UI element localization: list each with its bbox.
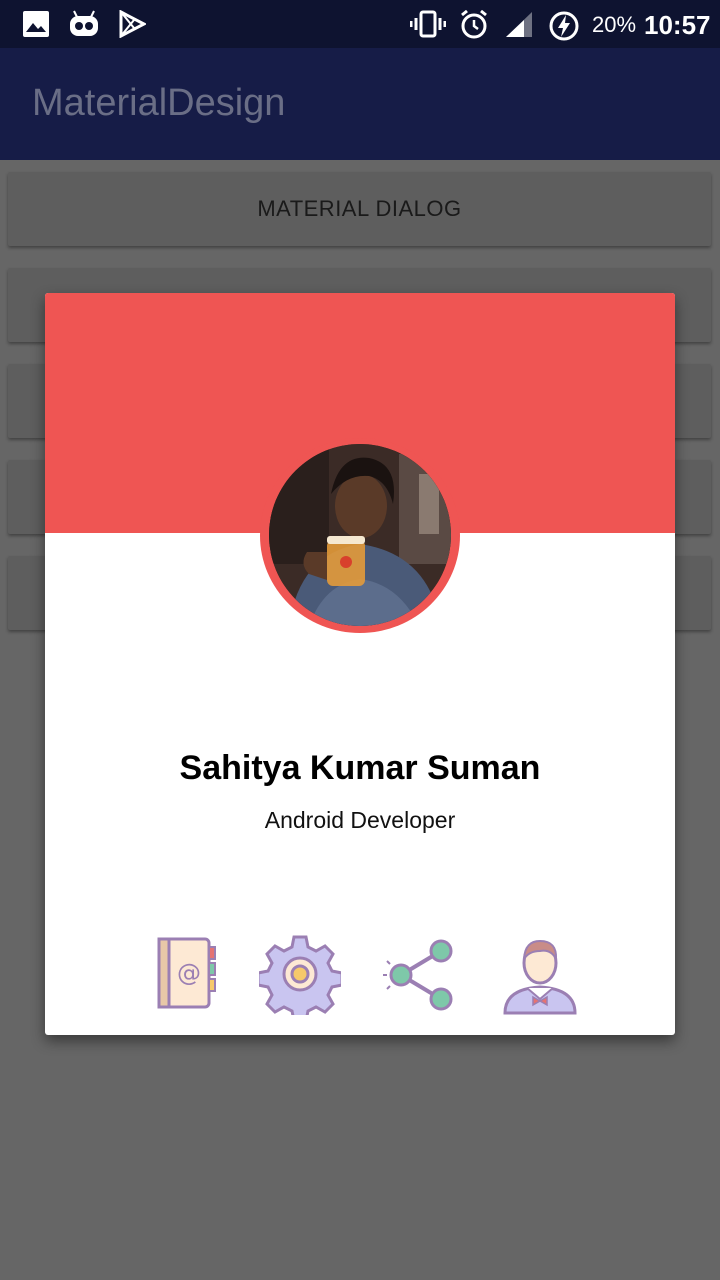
profile-role: Android Developer (264, 807, 456, 833)
contact-book-icon[interactable]: @ (145, 933, 227, 1015)
profile-dialog: Sahitya Kumar Suman Android Developer @ (45, 293, 675, 1035)
profile-photo (269, 444, 451, 626)
avatar (260, 438, 460, 633)
play-store-icon (119, 10, 146, 38)
image-icon (23, 11, 49, 37)
settings-gear-icon[interactable] (259, 933, 341, 1015)
alarm-icon (461, 10, 487, 39)
button-label: MATERIAL DIALOG (257, 196, 462, 221)
battery-charging-icon (549, 11, 579, 41)
status-bar: 20% 10:57 (0, 0, 720, 48)
clock-time: 10:57 (644, 10, 711, 40)
svg-text:@: @ (177, 959, 201, 987)
battery-percent: 20% (592, 12, 637, 37)
signal-icon (506, 12, 532, 37)
app-title: MaterialDesign (32, 82, 286, 124)
android-robot-icon (70, 10, 98, 36)
material-dialog-button[interactable]: MATERIAL DIALOG (8, 172, 711, 246)
app-bar: MaterialDesign (0, 48, 720, 160)
profile-person-icon[interactable] (499, 933, 581, 1015)
vibrate-icon (410, 10, 446, 38)
profile-name: Sahitya Kumar Suman (179, 749, 541, 787)
share-icon[interactable] (379, 933, 461, 1015)
